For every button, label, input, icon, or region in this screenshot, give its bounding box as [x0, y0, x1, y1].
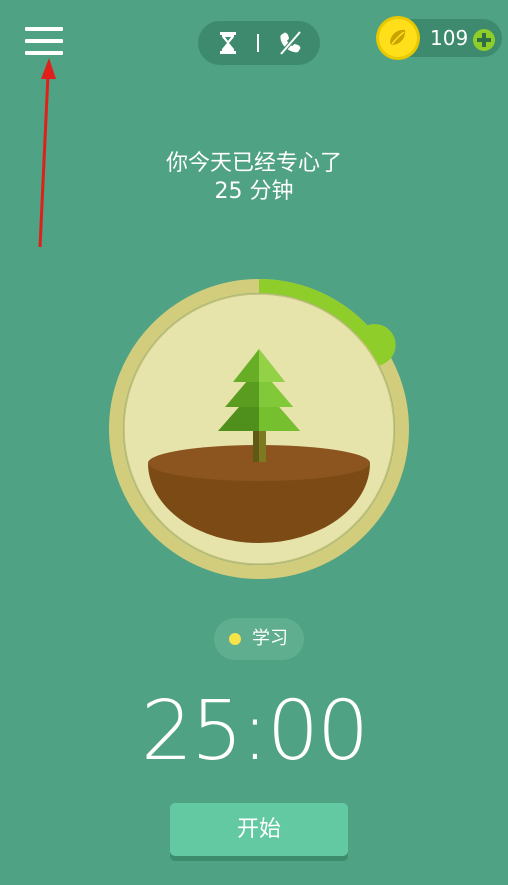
tag-selector[interactable]: 学习 — [214, 618, 304, 660]
timer-display: 25:00 — [140, 684, 369, 779]
tag-label: 学习 — [252, 628, 288, 649]
tag-color-dot — [229, 633, 241, 645]
start-button[interactable]: 开始 — [170, 803, 348, 856]
